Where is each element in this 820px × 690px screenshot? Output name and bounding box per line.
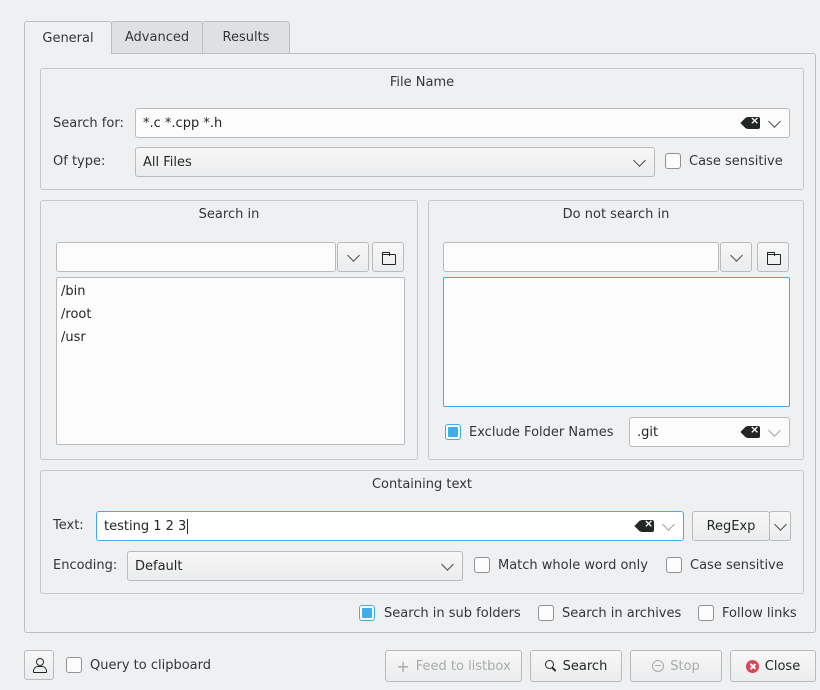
chevron-down-icon [773,517,787,531]
chevron-down-icon [441,557,454,571]
close-icon [745,659,759,673]
regexp-menu-button[interactable] [769,511,791,541]
follow-links-label[interactable]: Follow links [722,606,797,621]
list-item[interactable]: /usr [61,330,86,345]
search-in-group: Search in /bin /root /usr [40,200,418,460]
match-whole-word-label[interactable]: Match whole word only [498,558,648,573]
tab-advanced-label: Advanced [124,30,190,45]
case-sensitive-label[interactable]: Case sensitive [689,154,783,169]
stop-icon [652,660,665,672]
stop-label: Stop [670,658,700,674]
chevron-down-icon[interactable] [662,517,675,531]
search-in-title: Search in [198,207,260,222]
stop-button[interactable]: Stop [630,650,722,682]
containing-text-value: testing 1 2 3 [104,518,187,534]
clear-icon[interactable]: × [742,423,760,438]
encoding-value: Default [135,558,183,574]
chevron-down-icon [346,248,360,262]
tab-general[interactable]: General [24,21,112,54]
close-button[interactable]: Close [730,650,816,682]
regexp-button[interactable]: RegExp [692,511,770,541]
do-not-search-in-group: Do not search in Exclude Folder Names .g… [428,200,804,460]
exclude-folder-names-value: .git [637,424,659,440]
feed-to-listbox-button[interactable]: + Feed to listbox [385,650,522,682]
folder-icon [381,251,396,265]
search-for-label: Search for: [53,116,124,131]
chevron-down-icon [633,153,646,167]
clear-icon[interactable]: × [636,517,654,532]
search-archives-checkbox[interactable] [538,605,554,621]
search-in-history-button[interactable] [337,242,369,272]
plus-icon: + [396,656,410,676]
search-for-value: *.c *.cpp *.h [143,115,223,131]
exclude-path-input[interactable] [443,242,719,272]
do-not-search-in-title: Do not search in [562,207,670,222]
search-in-folder-list[interactable]: /bin /root /usr [56,277,405,445]
follow-links-checkbox[interactable] [698,605,714,621]
of-type-value: All Files [143,154,192,170]
text-case-sensitive-checkbox[interactable] [666,557,682,573]
list-item[interactable]: /bin [61,284,85,299]
search-for-input[interactable]: *.c *.cpp *.h × [135,108,790,138]
file-name-title: File Name [389,75,455,90]
search-archives-label[interactable]: Search in archives [562,606,681,621]
of-type-label: Of type: [53,154,106,169]
of-type-select[interactable]: All Files [135,147,655,177]
containing-text-group: Containing text Text: testing 1 2 3 × Re… [40,470,804,594]
containing-text-title: Containing text [371,477,473,492]
tab-general-label: General [42,30,94,46]
file-name-group: File Name Search for: *.c *.cpp *.h × Of… [40,68,804,190]
list-item[interactable]: /root [61,307,91,322]
search-sub-folders-label[interactable]: Search in sub folders [384,606,521,621]
search-icon [544,660,557,672]
clear-icon[interactable]: × [742,114,760,129]
search-label: Search [562,658,608,674]
encoding-select[interactable]: Default [127,551,463,581]
exclude-folder-names-checkbox[interactable] [445,424,461,440]
user-icon [33,658,47,673]
exclude-history-button[interactable] [720,242,752,272]
query-to-clipboard-checkbox[interactable] [66,657,82,673]
query-to-clipboard-label[interactable]: Query to clipboard [90,658,211,673]
folder-icon [766,251,781,265]
exclude-folder-list[interactable] [443,277,790,407]
regexp-label: RegExp [706,518,756,534]
search-button[interactable]: Search [530,650,622,682]
chevron-down-icon [729,248,743,262]
tab-advanced[interactable]: Advanced [111,21,203,53]
chevron-down-icon[interactable] [768,423,781,437]
profile-button[interactable] [24,650,54,680]
close-label: Close [764,658,801,674]
chevron-down-icon[interactable] [768,114,781,128]
search-in-path-input[interactable] [56,242,336,272]
encoding-label: Encoding: [53,558,118,573]
search-in-browse-button[interactable] [372,242,404,272]
exclude-folder-names-label[interactable]: Exclude Folder Names [469,425,614,440]
feed-to-listbox-label: Feed to listbox [415,658,511,674]
containing-text-input[interactable]: testing 1 2 3 × [96,511,684,541]
tab-results-label: Results [222,30,270,45]
tab-results[interactable]: Results [202,21,290,53]
text-case-sensitive-label[interactable]: Case sensitive [690,558,784,573]
match-whole-word-checkbox[interactable] [474,557,490,573]
exclude-browse-button[interactable] [757,242,789,272]
case-sensitive-checkbox[interactable] [665,153,681,169]
text-label: Text: [53,518,84,533]
search-sub-folders-checkbox[interactable] [359,605,375,621]
exclude-folder-names-input[interactable]: .git × [629,417,790,447]
